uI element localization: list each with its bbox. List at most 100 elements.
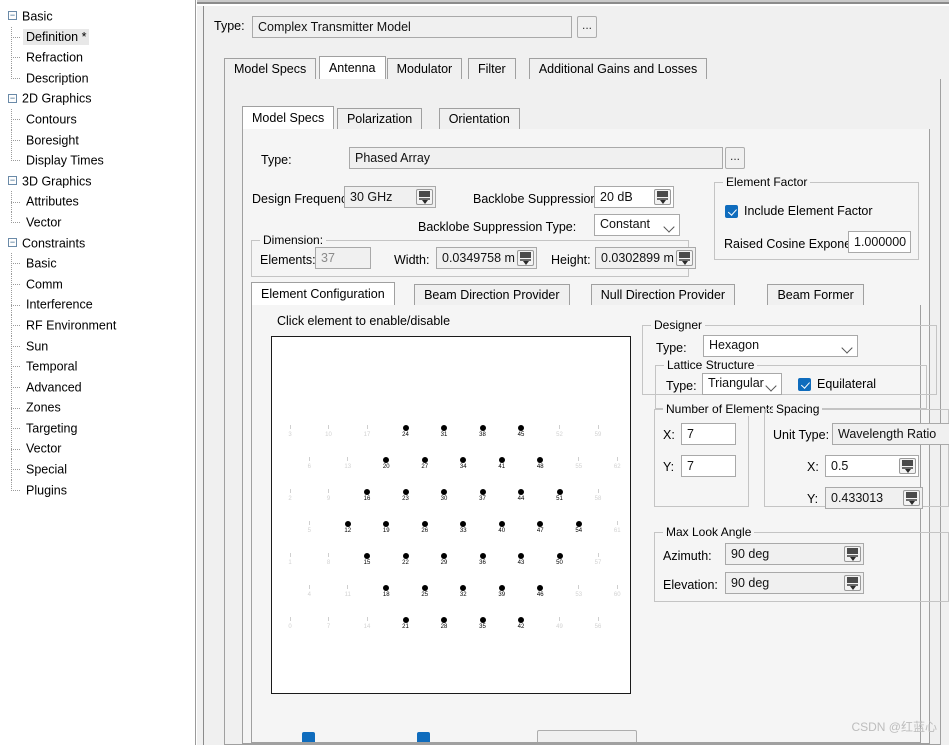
tree-item-zones[interactable]: Zones (0, 397, 195, 418)
tree-item-constraints[interactable]: − Constraints (0, 233, 195, 254)
spacing-unit-type-field[interactable]: Wavelength Ratio (832, 423, 949, 445)
tree-item-contours[interactable]: Contours (0, 108, 195, 130)
tab-antenna[interactable]: Antenna (318, 56, 386, 80)
bottom-checkbox-2[interactable] (417, 732, 430, 742)
element-disabled-icon (597, 425, 599, 429)
tree-item-special[interactable]: Special (0, 459, 195, 480)
inner-tab-strip[interactable]: Model Specs Polarization Orientation (242, 106, 930, 130)
bottom-checkbox-1[interactable] (302, 732, 315, 742)
tree-item-description[interactable]: Description (0, 67, 195, 89)
model-type-row: Type: Complex Transmitter Model ... (214, 16, 941, 38)
element-enabled-icon (479, 553, 486, 559)
tab-additional-gains-and-losses[interactable]: Additional Gains and Losses (528, 58, 708, 80)
elevation-value: 90 deg (731, 576, 770, 590)
spacing-x-field[interactable]: 0.5 (825, 455, 919, 477)
tree-item-sun[interactable]: Sun (0, 335, 195, 357)
height-field[interactable]: 0.0302899 m (595, 247, 696, 269)
bottom-button[interactable] (537, 730, 637, 742)
tab-beam-direction-provider[interactable]: Beam Direction Provider (414, 284, 570, 306)
model-type-browse-button[interactable]: ... (577, 16, 597, 38)
navigation-tree[interactable]: − Basic Definition * Refraction Description −… (0, 0, 196, 745)
backlobe-suppression-unit-spinner[interactable] (654, 189, 671, 205)
elevation-unit-spinner[interactable] (844, 575, 861, 591)
tree-item-3d-graphics[interactable]: −3D Graphics (0, 171, 195, 192)
elevation-field[interactable]: 90 deg (725, 572, 864, 594)
tab-null-direction-provider[interactable]: Null Direction Provider (590, 284, 736, 306)
tree-item-vector[interactable]: Vector (0, 211, 195, 233)
element-enabled-icon (537, 585, 544, 591)
tree-collapse-icon[interactable]: − (8, 11, 17, 21)
outer-tab-strip[interactable]: Model Specs Antenna Modulator Filter Additio… (224, 56, 941, 80)
height-unit-spinner[interactable] (676, 250, 693, 266)
tab-modulator[interactable]: Modulator (386, 58, 463, 80)
tree-item-temporal[interactable]: Temporal (0, 356, 195, 377)
element-disabled-icon (616, 521, 618, 525)
azimuth-unit-spinner[interactable] (844, 546, 861, 562)
antenna-type-field[interactable]: Phased Array (349, 147, 723, 169)
tab-model-specs[interactable]: Model Specs (224, 58, 317, 80)
element-grid[interactable]: 3 10 17 24 31 38 45 52 59 6 13 20 27 34 41 48 55 62 2 9 16 23… (271, 336, 631, 694)
tab-label: Beam Former (777, 288, 854, 302)
tree-item-refraction[interactable]: Refraction (0, 47, 195, 68)
tree-item-2d-graphics[interactable]: −2D Graphics (0, 88, 195, 109)
num-elements-x-field[interactable]: 7 (681, 423, 736, 445)
backlobe-suppression-type-select[interactable]: Constant (594, 214, 680, 236)
width-field[interactable]: 0.0349758 m (436, 247, 537, 269)
tree-item-interference[interactable]: Interference (0, 294, 195, 315)
design-frequency-unit-spinner[interactable] (416, 189, 433, 205)
tree-item-comm[interactable]: Comm (0, 273, 195, 295)
design-frequency-value: 30 GHz (350, 190, 393, 204)
element-factor-group: Element Factor Include Element Factor Ra… (714, 175, 919, 260)
lattice-type-value: Triangular (708, 376, 764, 390)
tree-collapse-icon[interactable]: − (8, 237, 17, 247)
tab-label: Beam Direction Provider (424, 288, 560, 302)
element-enabled-icon (556, 489, 563, 495)
tab-model-specs[interactable]: Model Specs (242, 106, 335, 130)
tree-item-basic[interactable]: − Basic (0, 6, 195, 27)
tree-collapse-icon[interactable]: − (8, 93, 17, 103)
tree-item-rf-environment[interactable]: RF Environment (0, 314, 195, 336)
spacing-y-field[interactable]: 0.433013 (825, 487, 923, 509)
include-element-factor-checkbox[interactable] (725, 205, 738, 218)
element-configuration-panel: Click element to enable/disable 3 10 17 24 3… (251, 305, 949, 743)
width-unit-spinner[interactable] (517, 250, 534, 266)
num-elements-y-field[interactable]: 7 (681, 455, 736, 477)
tree-item-boresight[interactable]: Boresight (0, 129, 195, 151)
tree-collapse-icon[interactable]: − (8, 175, 17, 185)
config-tab-strip[interactable]: Element Configuration Beam Direction Prov… (251, 282, 921, 306)
element-index-label: 11 (344, 592, 351, 598)
element-disabled-icon (578, 457, 580, 461)
tree-item-vector[interactable]: Vector (0, 438, 195, 459)
element-index-label: 16 (363, 496, 371, 502)
element-disabled-icon (347, 585, 349, 589)
element-index-label: 13 (344, 464, 352, 470)
azimuth-field[interactable]: 90 deg (725, 543, 864, 565)
tree-connector-icon (11, 314, 25, 336)
tab-polarization[interactable]: Polarization (336, 108, 423, 130)
width-value: 0.0349758 m (442, 251, 515, 265)
backlobe-suppression-field[interactable]: 20 dB (594, 186, 674, 208)
antenna-type-browse-button[interactable]: ... (725, 147, 745, 169)
model-type-field[interactable]: Complex Transmitter Model (252, 16, 572, 38)
tab-beam-former[interactable]: Beam Former (767, 284, 864, 306)
tree-item-targeting[interactable]: Targeting (0, 417, 195, 439)
spacing-y-unit-spinner[interactable] (903, 490, 920, 506)
tree-item-display-times[interactable]: Display Times (0, 150, 195, 171)
tree-item-basic[interactable]: Basic (0, 253, 195, 274)
tab-orientation[interactable]: Orientation (438, 108, 520, 130)
tab-filter[interactable]: Filter (467, 58, 516, 80)
design-frequency-field[interactable]: 30 GHz (344, 186, 436, 208)
tree-connector-icon (11, 356, 25, 377)
tree-item-advanced[interactable]: Advanced (0, 376, 195, 398)
element-index-label: 36 (479, 560, 486, 566)
equilateral-checkbox[interactable] (798, 378, 811, 391)
tree-item-definition[interactable]: Definition * (0, 26, 195, 48)
tree-item-attributes[interactable]: Attributes (0, 191, 195, 212)
spacing-x-value: 0.5 (831, 459, 849, 473)
lattice-type-select[interactable]: Triangular (702, 373, 782, 395)
tree-item-plugins[interactable]: Plugins (0, 479, 195, 501)
tab-element-configuration[interactable]: Element Configuration (251, 282, 395, 306)
designer-type-select[interactable]: Hexagon (703, 335, 858, 357)
spacing-x-unit-spinner[interactable] (899, 458, 916, 474)
raised-cosine-exponent-field[interactable]: 1.000000 (848, 231, 911, 253)
